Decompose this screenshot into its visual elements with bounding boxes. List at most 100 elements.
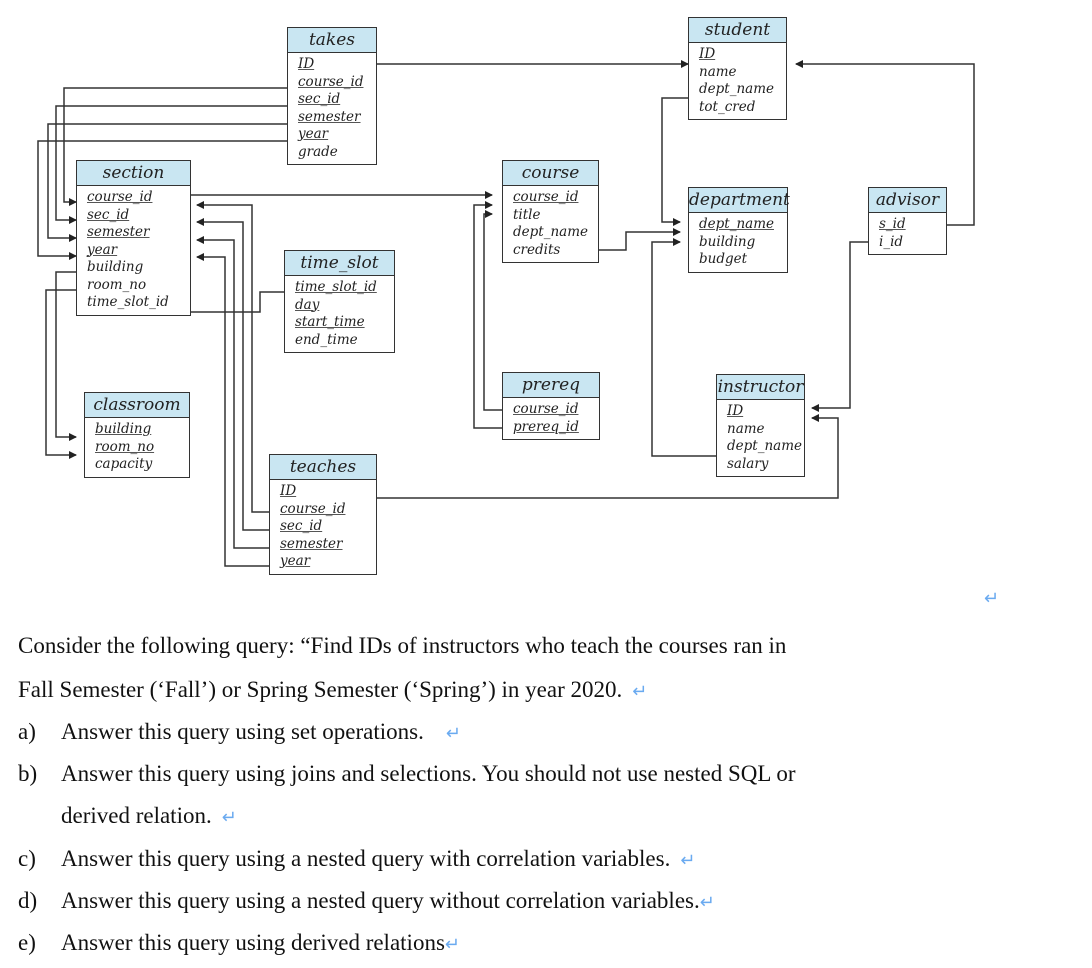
primary-key-attribute: sec_id bbox=[298, 91, 341, 107]
table-name: student bbox=[689, 18, 786, 43]
paragraph-return-mark: ↵ bbox=[444, 934, 460, 954]
attribute-list: s_id i_id bbox=[869, 213, 946, 254]
part-text-cont: derived relation. bbox=[61, 803, 212, 828]
fk-student-department bbox=[661, 97, 688, 226]
primary-key-attribute: year bbox=[280, 553, 311, 569]
attribute: time_slot_id bbox=[87, 294, 169, 310]
fk-prereq-course-course_id bbox=[483, 210, 502, 411]
attribute: building bbox=[699, 233, 756, 250]
table-department: department dept_name building budget bbox=[688, 187, 790, 273]
attribute-list: course_id prereq_id bbox=[503, 398, 599, 439]
fk-section-classroom-room_no bbox=[45, 289, 77, 459]
question-intro-line2: Fall Semester (‘Fall’) or Spring Semeste… bbox=[18, 677, 623, 702]
attribute-list: course_id sec_id semester year building room_… bbox=[77, 186, 190, 315]
attribute-list: time_slot_id day start_time end_time bbox=[285, 276, 394, 352]
paragraph-return-mark: ↵ bbox=[984, 588, 1000, 608]
table-time_slot: time_slot time_slot_id day start_time end_ti… bbox=[284, 250, 395, 353]
primary-key-attribute: sec_id bbox=[280, 518, 323, 534]
attribute: name bbox=[699, 63, 737, 80]
table-course: course course_id title dept_name credits bbox=[502, 160, 599, 263]
attribute: room_no bbox=[87, 276, 147, 293]
attribute-list: ID course_id sec_id semester year bbox=[270, 480, 376, 574]
question-intro-cont: Fall Semester (‘Fall’) or Spring Semeste… bbox=[18, 677, 647, 703]
table-name: prereq bbox=[503, 373, 599, 398]
fk-instructor-department bbox=[651, 238, 716, 457]
table-advisor: advisor s_id i_id bbox=[868, 187, 947, 255]
question-part-a: a) Answer this query using set operations… bbox=[18, 719, 461, 745]
table-name: course bbox=[503, 161, 598, 186]
primary-key-attribute: ID bbox=[699, 46, 716, 62]
question-part-b-cont: derived relation. ↵ bbox=[61, 803, 237, 829]
primary-key-attribute: course_id bbox=[280, 500, 346, 517]
part-label: a) bbox=[18, 719, 36, 744]
attribute: salary bbox=[727, 455, 769, 472]
paragraph-return-mark: ↵ bbox=[445, 723, 461, 743]
attribute: dept_name bbox=[727, 438, 802, 454]
attribute: building bbox=[87, 259, 144, 275]
part-label: d) bbox=[18, 888, 38, 913]
table-name: instructor bbox=[717, 375, 804, 400]
attribute: grade bbox=[298, 143, 338, 160]
primary-key-attribute: course_id bbox=[87, 189, 153, 205]
table-takes: takes ID course_id sec_id semester year grade bbox=[287, 27, 377, 165]
primary-key-attribute: start_time bbox=[295, 314, 365, 330]
attribute-list: dept_name building budget bbox=[689, 213, 787, 272]
attribute: i_id bbox=[879, 233, 904, 250]
primary-key-attribute: day bbox=[295, 296, 320, 313]
attribute: budget bbox=[699, 251, 748, 267]
primary-key-attribute: dept_name bbox=[699, 216, 774, 232]
primary-key-attribute: s_id bbox=[879, 216, 906, 232]
table-name: section bbox=[77, 161, 190, 186]
schema-diagram: takes ID course_id sec_id semester year grade … bbox=[0, 0, 1092, 600]
primary-key-attribute: prereq_id bbox=[513, 418, 579, 435]
primary-key-attribute: ID bbox=[298, 56, 315, 72]
attribute: credits bbox=[513, 241, 561, 258]
part-label: c) bbox=[18, 846, 36, 871]
attribute: dept_name bbox=[699, 81, 774, 97]
table-student: student ID name dept_name tot_cred bbox=[688, 17, 787, 120]
part-text: Answer this query using a nested query w… bbox=[61, 888, 700, 913]
fk-advisor-instructor bbox=[811, 241, 868, 412]
part-label: e) bbox=[18, 930, 36, 955]
table-section: section course_id sec_id semester year buildi… bbox=[76, 160, 191, 316]
fk-section-time_slot bbox=[190, 291, 284, 313]
primary-key-attribute: course_id bbox=[513, 189, 579, 205]
paragraph-return-mark: ↵ bbox=[680, 850, 696, 870]
table-name: classroom bbox=[85, 393, 189, 418]
attribute: name bbox=[727, 420, 765, 437]
fk-course-department bbox=[598, 228, 681, 251]
table-name: department bbox=[689, 188, 790, 213]
attribute-list: ID course_id sec_id semester year grade bbox=[288, 53, 376, 164]
paragraph-return-mark: ↵ bbox=[632, 681, 648, 701]
attribute: tot_cred bbox=[699, 98, 756, 115]
fk-teaches-section-year bbox=[196, 253, 276, 567]
primary-key-attribute: semester bbox=[87, 224, 150, 240]
fk-teaches-section-course_id bbox=[196, 201, 276, 513]
primary-key-attribute: room_no bbox=[95, 438, 155, 455]
fk-section-classroom-building bbox=[55, 271, 77, 441]
primary-key-attribute: ID bbox=[280, 483, 297, 499]
question-intro-line1: Consider the following query: “Find IDs … bbox=[18, 633, 787, 658]
question-part-b: b) Answer this query using joins and sele… bbox=[18, 761, 795, 787]
question-part-c: c) Answer this query using a nested query… bbox=[18, 846, 695, 872]
part-text: Answer this query using derived relation… bbox=[61, 930, 445, 955]
primary-key-attribute: year bbox=[298, 126, 329, 142]
primary-key-attribute: course_id bbox=[513, 401, 579, 417]
part-label: b) bbox=[18, 761, 38, 786]
table-name: teaches bbox=[270, 455, 376, 480]
primary-key-attribute: building bbox=[95, 421, 152, 437]
attribute: dept_name bbox=[513, 224, 588, 240]
table-name: takes bbox=[288, 28, 376, 53]
primary-key-attribute: semester bbox=[298, 108, 361, 125]
question-part-e: e) Answer this query using derived relati… bbox=[18, 930, 460, 956]
part-text: Answer this query using joins and select… bbox=[61, 761, 796, 786]
attribute: end_time bbox=[295, 331, 358, 348]
attribute-list: ID name dept_name salary bbox=[717, 400, 804, 476]
question-intro: Consider the following query: “Find IDs … bbox=[18, 633, 786, 659]
attribute: capacity bbox=[95, 456, 153, 472]
fk-prereq-course-prereq_id bbox=[473, 201, 502, 429]
primary-key-attribute: course_id bbox=[298, 73, 364, 90]
table-classroom: classroom building room_no capacity bbox=[84, 392, 190, 478]
attribute-list: course_id title dept_name credits bbox=[503, 186, 598, 262]
fk-teaches-section-semester bbox=[196, 236, 276, 549]
